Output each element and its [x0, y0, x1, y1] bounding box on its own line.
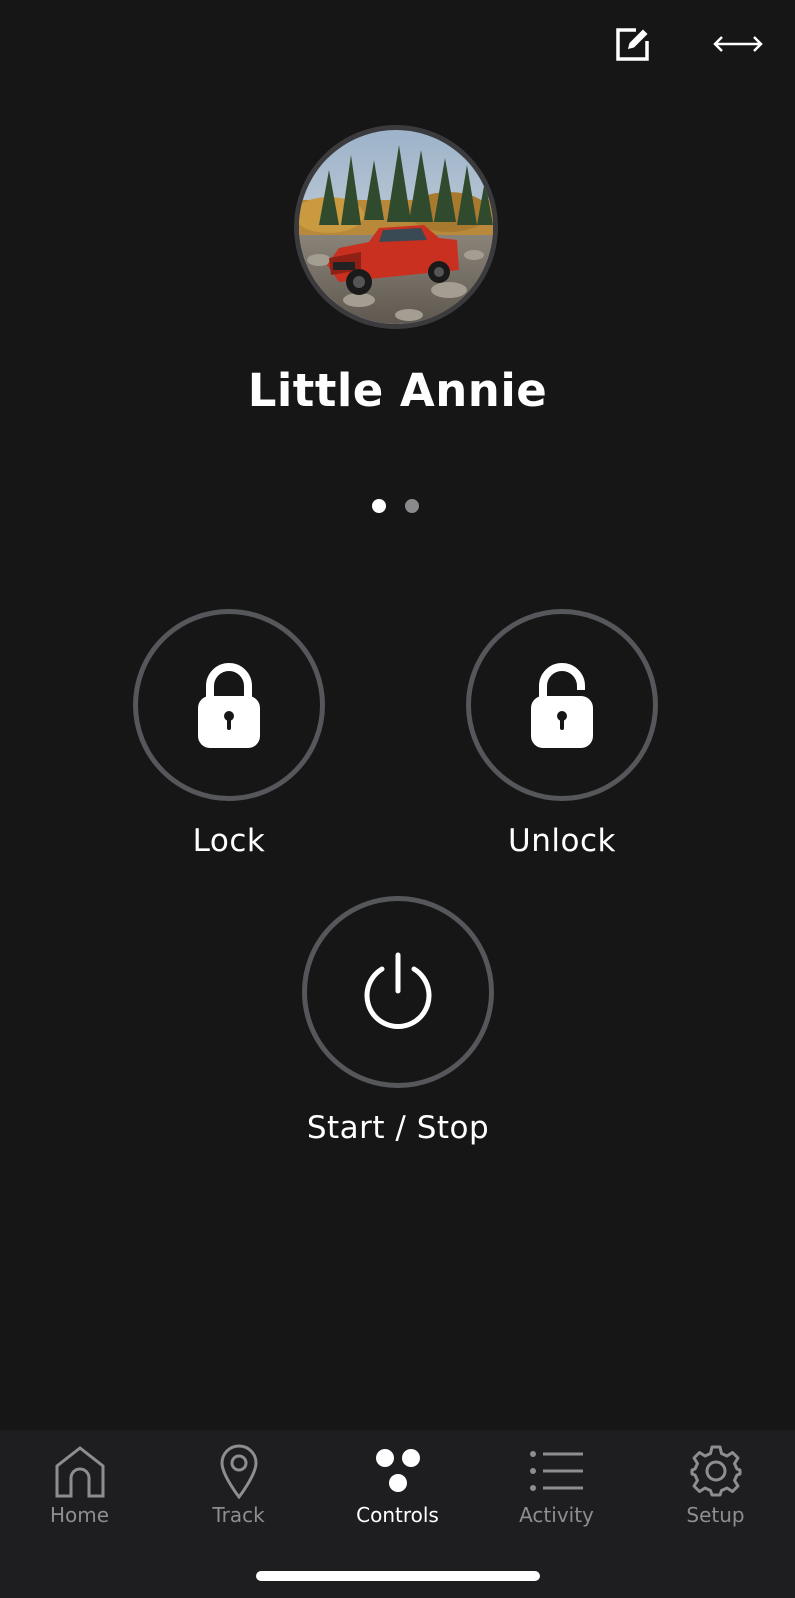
- tab-activity[interactable]: Activity: [477, 1430, 636, 1527]
- page-indicator[interactable]: [372, 499, 419, 513]
- page-dot-1[interactable]: [372, 499, 386, 513]
- page-dot-2[interactable]: [405, 499, 419, 513]
- tab-activity-label: Activity: [519, 1503, 594, 1527]
- lock-control: Lock: [124, 609, 334, 859]
- lock-button[interactable]: [133, 609, 325, 801]
- home-indicator[interactable]: [256, 1571, 540, 1581]
- unlock-label: Unlock: [508, 823, 616, 859]
- edit-button[interactable]: [611, 22, 655, 66]
- vehicle-name: Little Annie: [247, 364, 548, 417]
- tab-track-label: Track: [212, 1503, 265, 1527]
- power-icon: [364, 952, 432, 1029]
- start-stop-label: Start / Stop: [306, 1110, 490, 1146]
- vehicle-photo: [299, 130, 493, 324]
- swap-vehicle-button[interactable]: [712, 22, 764, 66]
- edit-icon: [616, 28, 649, 61]
- tab-controls[interactable]: Controls: [318, 1430, 477, 1527]
- home-icon: [55, 1446, 104, 1498]
- tab-setup-label: Setup: [686, 1503, 745, 1527]
- list-icon: [529, 1451, 583, 1491]
- lock-label: Lock: [192, 823, 266, 859]
- unlock-control: Unlock: [457, 609, 667, 859]
- unlock-button[interactable]: [466, 609, 658, 801]
- start-stop-control: Start / Stop: [293, 896, 503, 1146]
- swap-vehicle-icon: [713, 36, 763, 52]
- controls-dots-icon: [375, 1449, 420, 1492]
- gear-icon: [690, 1445, 741, 1497]
- tab-home[interactable]: Home: [0, 1430, 159, 1527]
- lock-icon: [198, 663, 260, 748]
- unlock-icon: [531, 663, 593, 748]
- tab-track[interactable]: Track: [159, 1430, 318, 1527]
- tab-controls-label: Controls: [356, 1503, 439, 1527]
- location-pin-icon: [219, 1444, 258, 1499]
- vehicle-avatar[interactable]: [294, 125, 498, 329]
- start-stop-button[interactable]: [302, 896, 494, 1088]
- tab-home-label: Home: [49, 1503, 110, 1527]
- tab-setup[interactable]: Setup: [636, 1430, 795, 1527]
